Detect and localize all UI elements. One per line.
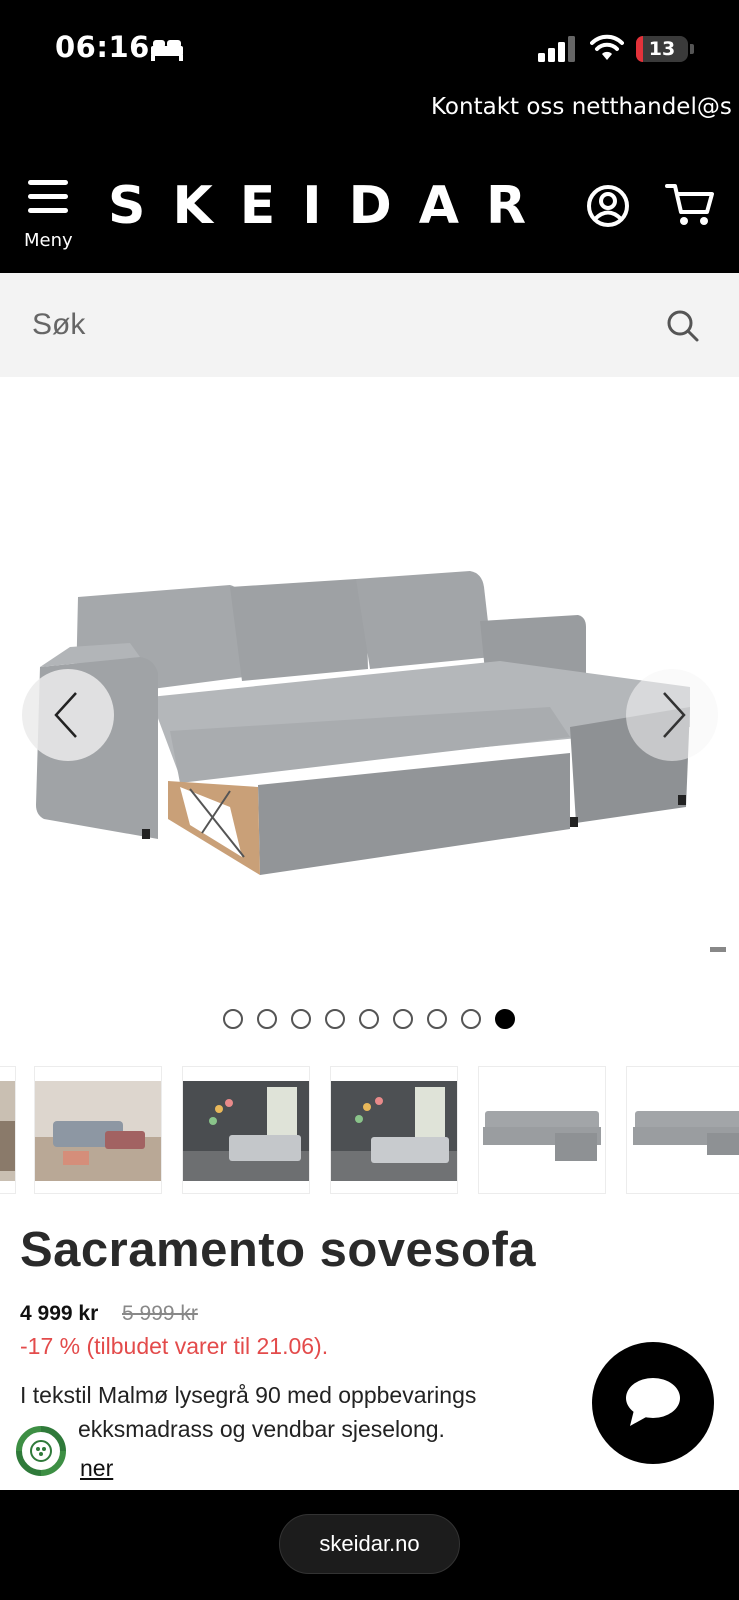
gallery-next-button[interactable]: [626, 669, 718, 761]
gallery-dot[interactable]: [325, 1009, 345, 1029]
search-icon[interactable]: [666, 309, 700, 343]
url-bar[interactable]: skeidar.no: [279, 1514, 460, 1574]
gallery-dot[interactable]: [461, 1009, 481, 1029]
thumb-living-room-dark-1[interactable]: [182, 1066, 310, 1194]
gallery-dot[interactable]: [393, 1009, 413, 1029]
thumb-living-room-dark-2[interactable]: [330, 1066, 458, 1194]
site-header: Meny SKEIDAR: [0, 136, 739, 273]
thumbnail-strip[interactable]: [0, 1066, 739, 1196]
gallery-dot[interactable]: [291, 1009, 311, 1029]
contact-bar: Kontakt oss netthandel@s: [0, 92, 739, 136]
thumb-sofa-bed-open[interactable]: [478, 1066, 606, 1194]
gallery-dot-active[interactable]: [495, 1009, 515, 1029]
menu-button[interactable]: Meny: [22, 180, 74, 260]
gallery-dot[interactable]: [359, 1009, 379, 1029]
thumb-sofa-corner[interactable]: [626, 1066, 739, 1194]
chevron-left-icon: [54, 692, 77, 738]
status-time: 06:16: [55, 30, 150, 64]
battery-level: 13: [648, 38, 676, 60]
description-line-1: I tekstil Malmø lysegrå 90 med oppbevari…: [20, 1382, 477, 1408]
eco-badge-icon[interactable]: [14, 1424, 68, 1478]
gallery-dot[interactable]: [257, 1009, 277, 1029]
chat-button[interactable]: [592, 1342, 714, 1464]
read-more-link[interactable]: ner: [80, 1455, 113, 1482]
product-price: 4 999 kr: [20, 1302, 99, 1325]
gallery-dot[interactable]: [427, 1009, 447, 1029]
product-image-sofa: [36, 571, 690, 875]
browser-bar: skeidar.no: [0, 1490, 739, 1600]
thumb-living-room-light[interactable]: [34, 1066, 162, 1194]
description-line-2: ekksmadrass og vendbar sjeselong.: [78, 1416, 445, 1442]
bed-icon: [151, 40, 183, 61]
signal-icon: [538, 36, 575, 62]
search-bar: [0, 273, 739, 377]
menu-icon: [22, 180, 74, 213]
chevron-right-icon: [663, 692, 686, 738]
gallery-dot[interactable]: [223, 1009, 243, 1029]
thumb-partial[interactable]: [0, 1066, 16, 1194]
product-title: Sacramento sovesofa: [20, 1223, 537, 1277]
skeidar-logo[interactable]: SKEIDAR: [108, 176, 553, 236]
gallery-dots: [0, 1009, 739, 1031]
product-gallery[interactable]: [0, 377, 739, 977]
product-old-price: 5 999 kr: [122, 1302, 198, 1325]
offer-text: -17 % (tilbudet varer til 21.06).: [20, 1333, 329, 1359]
status-bar: 06:16 13: [0, 0, 739, 92]
product-description: I tekstil Malmø lysegrå 90 med oppbevari…: [20, 1378, 620, 1446]
chat-bubble-icon: [626, 1378, 680, 1426]
search-input[interactable]: [32, 303, 612, 347]
battery-icon: 13: [636, 36, 688, 62]
contact-text[interactable]: Kontakt oss netthandel@s: [431, 94, 732, 120]
battery-tip: [690, 44, 694, 54]
wifi-icon: [590, 34, 624, 60]
menu-label: Meny: [24, 230, 73, 251]
cart-icon[interactable]: [665, 182, 715, 228]
account-icon[interactable]: [586, 184, 630, 228]
gallery-prev-button[interactable]: [22, 669, 114, 761]
image-mark: [710, 947, 726, 952]
